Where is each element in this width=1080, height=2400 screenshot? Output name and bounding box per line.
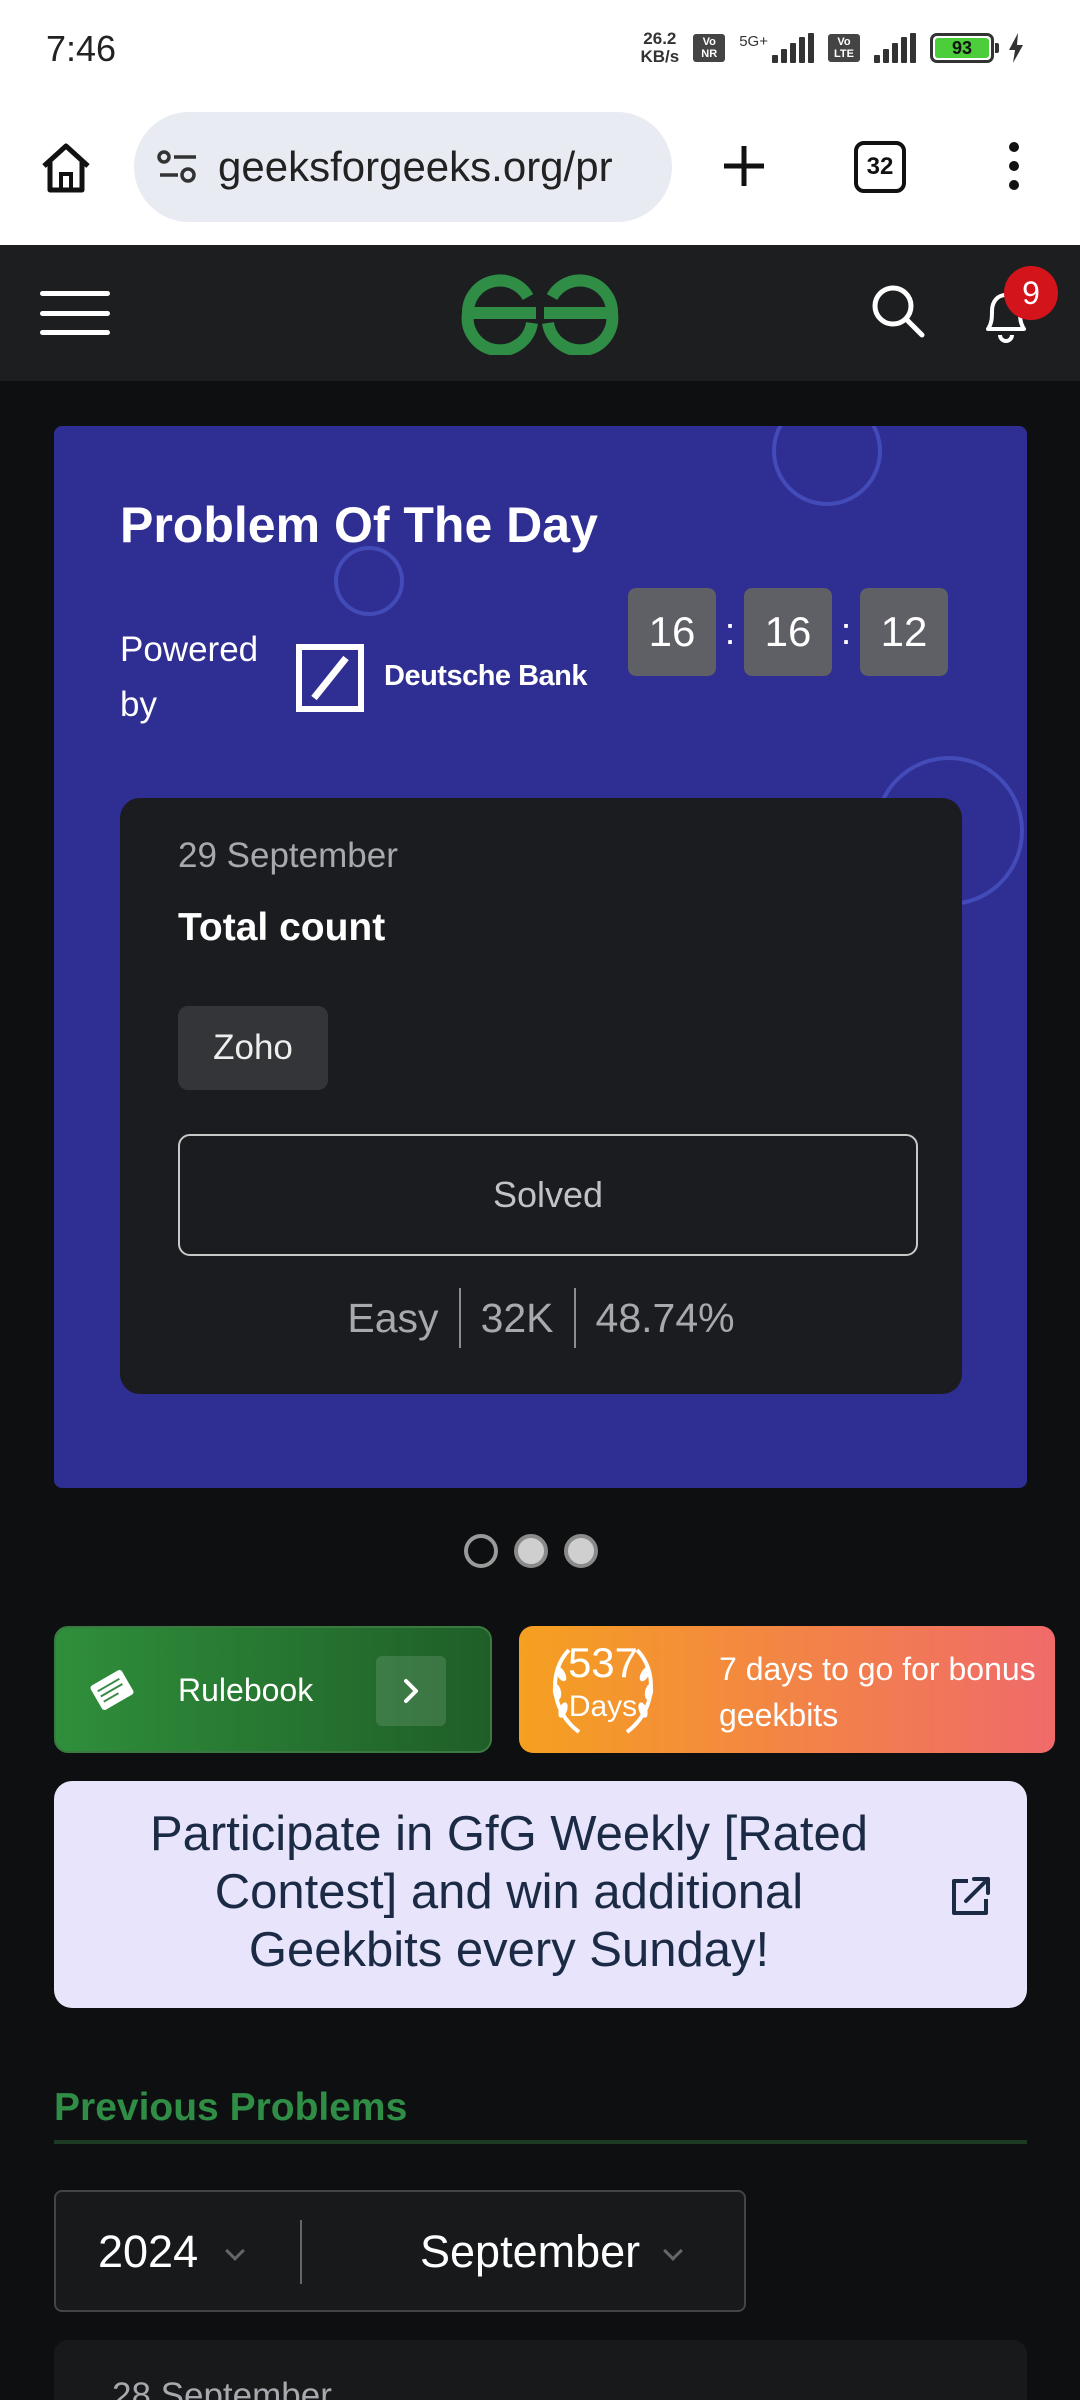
notification-count-badge: 9 — [1004, 266, 1058, 320]
dot-icon — [1009, 180, 1019, 190]
carousel-dot[interactable] — [564, 1534, 598, 1568]
home-button[interactable] — [36, 138, 96, 198]
problem-date: 28 September — [112, 2376, 332, 2400]
section-divider — [54, 2140, 1027, 2144]
timer-hours: 16 — [628, 588, 716, 676]
solved-button[interactable]: Solved — [178, 1134, 918, 1256]
volte-nr-badge: Vo NR — [693, 34, 726, 62]
carousel-indicator — [464, 1534, 598, 1568]
status-time: 7:46 — [46, 28, 117, 69]
battery-icon: 93 — [930, 33, 999, 63]
browser-toolbar: geeksforgeeks.org/pr 32 — [0, 100, 1080, 245]
year-select[interactable]: 2024 — [98, 2226, 198, 2278]
signal-bars-icon — [874, 33, 916, 63]
dot-icon — [1009, 142, 1019, 152]
rulebook-icon — [90, 1669, 134, 1711]
charging-icon — [1009, 33, 1023, 63]
powered-by-label: Powered by — [120, 630, 259, 724]
problem-date: 29 September — [178, 836, 398, 875]
chevron-down-icon[interactable] — [225, 2241, 245, 2261]
carousel-dot[interactable] — [464, 1534, 498, 1568]
contest-banner[interactable]: Participate in GfG Weekly [Rated Contest… — [54, 1781, 1027, 2008]
carousel-dot[interactable] — [514, 1534, 548, 1568]
status-bar: 7:46 26.2 KB/s Vo NR 5G+ Vo LTE 93 — [0, 0, 1080, 100]
rulebook-button[interactable]: Rulebook — [54, 1626, 492, 1753]
previous-problem-card[interactable]: 28 September — [54, 2340, 1027, 2400]
new-tab-button[interactable] — [714, 136, 774, 196]
streak-message: 7 days to go for bonus geekbits — [719, 1651, 1036, 1733]
submissions-count: 32K — [480, 1294, 554, 1341]
search-button[interactable] — [868, 281, 928, 341]
contest-text: Participate in GfG Weekly [Rated Contest… — [149, 1807, 869, 1977]
url-text: geeksforgeeks.org/pr — [218, 143, 613, 190]
previous-problems-heading: Previous Problems — [54, 2086, 408, 2129]
network-speed: 26.2 KB/s — [640, 29, 680, 66]
timer-minutes: 16 — [744, 588, 832, 676]
streak-unit: Days — [568, 1690, 638, 1723]
gfg-logo-icon[interactable] — [456, 271, 624, 355]
more-options-button[interactable] — [996, 136, 1032, 196]
address-bar[interactable]: geeksforgeeks.org/pr — [134, 112, 672, 222]
decorative-circle — [772, 426, 882, 506]
dot-icon — [1009, 161, 1019, 171]
deutsche-bank-logo-icon — [296, 644, 364, 712]
sim1-signal: 5G+ — [739, 33, 814, 63]
difficulty-label: Easy — [347, 1294, 439, 1341]
plus-icon — [724, 146, 764, 186]
menu-button[interactable] — [40, 291, 110, 335]
search-icon — [872, 285, 925, 338]
site-settings-icon[interactable] — [156, 147, 200, 187]
date-filter: 2024 September — [54, 2190, 746, 2312]
tab-switcher-button[interactable]: 32 — [854, 141, 906, 193]
chevron-down-icon[interactable] — [663, 2241, 683, 2261]
potd-card: Problem Of The Day Powered by Deutsche B… — [54, 426, 1027, 1488]
company-tag[interactable]: Zoho — [178, 1006, 328, 1090]
external-link-icon[interactable] — [946, 1873, 994, 1921]
month-select[interactable]: September — [420, 2226, 640, 2278]
status-indicators: 26.2 KB/s Vo NR 5G+ Vo LTE 93 — [640, 30, 1024, 66]
accuracy-value: 48.74% — [595, 1294, 735, 1341]
rulebook-arrow[interactable] — [376, 1656, 446, 1726]
timer-seconds: 12 — [860, 588, 948, 676]
problem-card[interactable]: 29 September Total count Zoho Solved Eas… — [120, 798, 962, 1394]
home-icon — [42, 143, 90, 193]
signal-bars-icon — [772, 33, 814, 63]
site-header — [0, 245, 1080, 381]
problem-title[interactable]: Total count — [178, 906, 385, 950]
chevron-right-icon — [404, 1679, 418, 1703]
streak-count: 537 — [567, 1639, 639, 1686]
countdown-timer: 16 : 16 : 12 — [628, 588, 948, 676]
problem-stats: Easy 32K 48.74% — [120, 1288, 962, 1348]
potd-title: Problem Of The Day — [120, 497, 598, 553]
volte-lte-badge: Vo LTE — [828, 34, 860, 62]
decorative-circle — [334, 546, 404, 616]
streak-card[interactable]: 537 Days 7 days to go for bonus geekbits — [519, 1626, 1055, 1753]
rulebook-label: Rulebook — [178, 1672, 314, 1708]
sponsor-name: Deutsche Bank — [384, 660, 588, 692]
